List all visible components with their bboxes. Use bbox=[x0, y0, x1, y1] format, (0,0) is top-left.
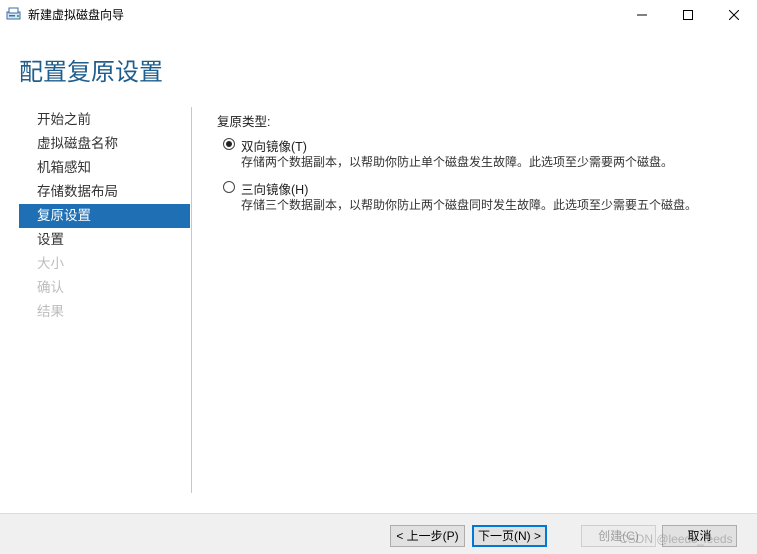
maximize-button[interactable] bbox=[665, 0, 711, 30]
nav-step-before-you-begin[interactable]: 开始之前 bbox=[19, 108, 190, 132]
resiliency-type-label: 复原类型: bbox=[217, 115, 271, 129]
nav-step-resiliency-settings[interactable]: 复原设置 bbox=[19, 204, 190, 228]
close-icon bbox=[728, 8, 740, 23]
page-title: 配置复原设置 bbox=[19, 59, 163, 86]
window-title: 新建虚拟磁盘向导 bbox=[28, 8, 125, 22]
wizard-steps-nav: 开始之前 虚拟磁盘名称 机箱感知 存储数据布局 复原设置 设置 大小 确认 结果 bbox=[19, 108, 190, 324]
nav-step-provisioning[interactable]: 设置 bbox=[19, 228, 190, 252]
nav-step-enclosure-awareness[interactable]: 机箱感知 bbox=[19, 156, 190, 180]
minimize-icon bbox=[637, 8, 647, 23]
nav-step-results: 结果 bbox=[37, 304, 64, 319]
nav-step-confirmation: 确认 bbox=[37, 280, 64, 295]
disk-wizard-icon bbox=[6, 6, 22, 22]
next-button[interactable]: 下一页(N) > bbox=[472, 525, 547, 547]
close-button[interactable] bbox=[711, 0, 757, 30]
resiliency-settings-panel: 复原类型: 双向镜像(T) 存储两个数据副本，以帮助你防止单个磁盘发生故障。此选… bbox=[217, 108, 737, 212]
title-bar: 新建虚拟磁盘向导 bbox=[0, 0, 757, 30]
three-way-mirror-description: 存储三个数据副本，以帮助你防止两个磁盘同时发生故障。此选项至少需要五个磁盘。 bbox=[241, 198, 698, 212]
watermark-text: CSDN @leeds_leeds bbox=[619, 532, 733, 546]
nav-step-virtual-disk-name[interactable]: 虚拟磁盘名称 bbox=[19, 132, 190, 156]
two-way-mirror-radio[interactable] bbox=[223, 138, 235, 150]
two-way-mirror-description: 存储两个数据副本，以帮助你防止单个磁盘发生故障。此选项至少需要两个磁盘。 bbox=[241, 155, 674, 169]
nav-step-storage-layout[interactable]: 存储数据布局 bbox=[19, 180, 190, 204]
minimize-button[interactable] bbox=[619, 0, 665, 30]
nav-step-size: 大小 bbox=[37, 256, 64, 271]
three-way-mirror-radio[interactable] bbox=[223, 181, 235, 193]
nav-divider bbox=[191, 107, 192, 493]
previous-button[interactable]: < 上一步(P) bbox=[390, 525, 465, 547]
maximize-icon bbox=[683, 8, 693, 23]
